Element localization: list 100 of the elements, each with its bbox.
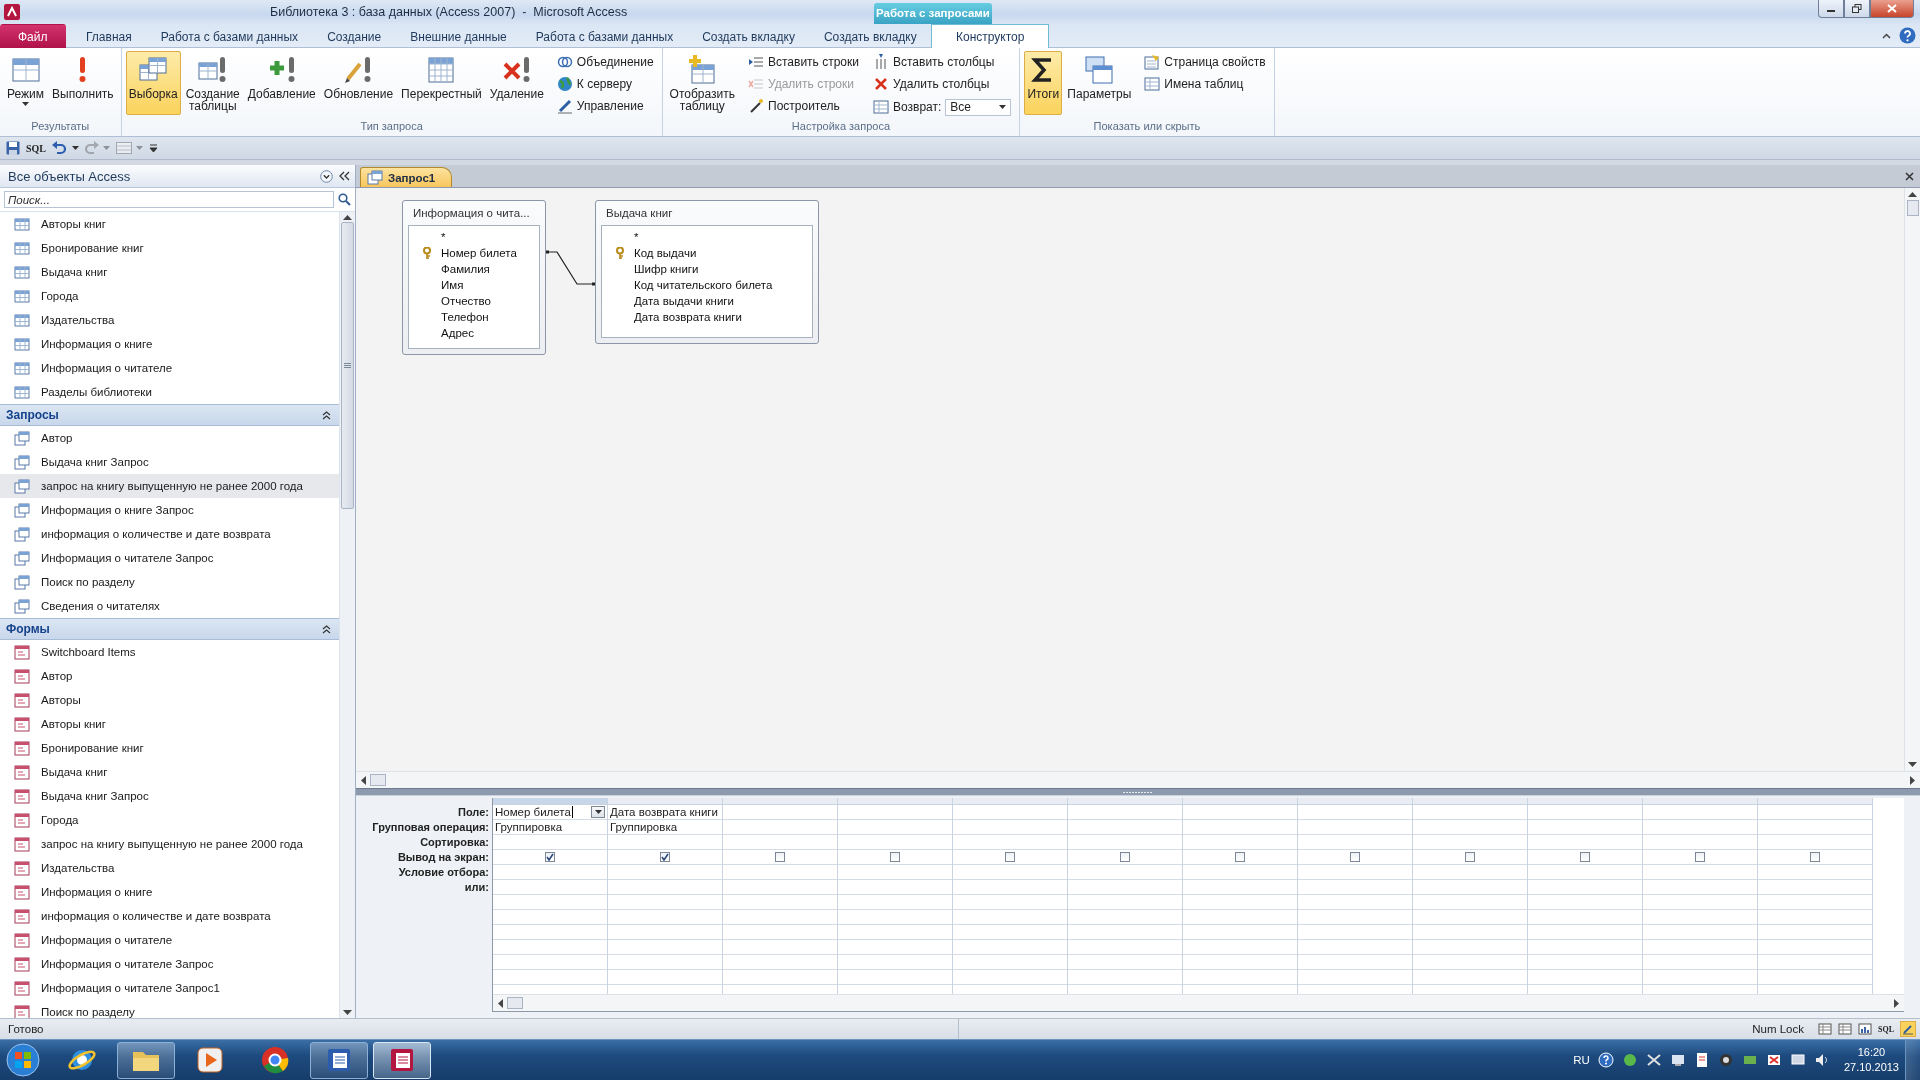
ribbon-tab[interactable]: Создать вкладку — [809, 24, 932, 48]
checkbox[interactable] — [660, 852, 670, 862]
ribbon-button[interactable]: Вставить столбцы — [869, 51, 1016, 73]
vertical-scrollbar[interactable] — [1904, 188, 1920, 771]
scroll-left-icon[interactable] — [497, 998, 503, 1008]
taskbar-button[interactable] — [117, 1041, 175, 1079]
sql-view-button[interactable]: SQL — [26, 142, 46, 154]
navigation-item[interactable]: Информация о книге — [0, 880, 339, 904]
dropdown-button[interactable] — [591, 806, 605, 818]
datasheet-view-icon[interactable] — [1818, 1022, 1832, 1036]
field-item[interactable]: Дата возврата книги — [602, 309, 744, 325]
checkbox[interactable] — [1005, 852, 1015, 862]
navigation-item[interactable]: Поиск по разделу — [0, 1000, 339, 1018]
ribbon-button[interactable]: Итоги — [1024, 51, 1063, 115]
chart-view-icon[interactable] — [1858, 1022, 1872, 1036]
round-browser-icon[interactable] — [261, 1046, 289, 1074]
table-field-list[interactable]: Выдача книг * Код выдачи Шифр книги Код читательского билета Дата выдачи книги Дата возврата книги — [595, 200, 819, 344]
navigation-item[interactable]: Автор — [0, 664, 339, 688]
ribbon-button[interactable]: Перекрестный — [398, 51, 485, 115]
navigation-item[interactable]: Автор — [0, 426, 339, 450]
ribbon-button[interactable]: Режим — [4, 51, 47, 115]
navigation-item[interactable]: Информация о читателе Запрос — [0, 546, 339, 570]
ribbon-button[interactable]: Имена таблиц — [1140, 73, 1270, 95]
checkbox[interactable] — [1580, 852, 1590, 862]
table-cell[interactable]: Дата возврата книги — [610, 805, 718, 819]
dropdown-field[interactable]: Все — [945, 98, 1012, 116]
scroll-down-icon[interactable] — [1908, 762, 1917, 768]
ribbon-button[interactable]: Удаление — [486, 51, 547, 115]
field-item[interactable]: Отчество — [409, 293, 493, 309]
table-field-list[interactable]: Информация о чита... * Номер билета Фамилия Имя Отчество Телефон Адрес — [402, 200, 546, 355]
search-icon[interactable] — [338, 193, 351, 206]
table-cell[interactable]: Номер билета — [495, 805, 573, 819]
navigation-item[interactable]: Авторы — [0, 688, 339, 712]
shutter-icon[interactable] — [339, 171, 351, 181]
ribbon-tab[interactable]: Создание — [312, 24, 396, 48]
ribbon-button[interactable]: Построитель — [744, 95, 863, 117]
dropdown-icon[interactable] — [320, 169, 333, 183]
checkbox[interactable] — [1350, 852, 1360, 862]
tray-icon[interactable] — [1645, 1052, 1662, 1068]
navigation-item[interactable]: Разделы библиотеки — [0, 380, 339, 404]
navigation-item[interactable]: информация о количестве и дате возврата — [0, 522, 339, 546]
navigation-item[interactable]: Выдача книг Запрос — [0, 450, 339, 474]
checkbox[interactable] — [1120, 852, 1130, 862]
ribbon-tab[interactable]: Работа с базами данных — [146, 24, 313, 48]
ribbon-button[interactable]: Управление — [552, 95, 658, 117]
ribbon-tab[interactable]: Конструктор — [931, 24, 1050, 48]
navigation-item[interactable]: Сведения о читателях — [0, 594, 339, 618]
scroll-left-icon[interactable] — [360, 775, 366, 785]
navigation-item[interactable]: Информация о читателе Запрос — [0, 952, 339, 976]
field-item[interactable]: Номер билета — [409, 245, 519, 261]
navigation-item[interactable]: Информация о читателе Запрос1 — [0, 976, 339, 1000]
navigation-item[interactable]: Switchboard Items — [0, 640, 339, 664]
ribbon-tab[interactable]: Работа с базами данных — [521, 24, 688, 48]
tray-icon[interactable] — [1621, 1052, 1638, 1068]
ribbon-button[interactable]: Вставить строки — [744, 51, 863, 73]
navigation-item[interactable]: Выдача книг Запрос — [0, 784, 339, 808]
scroll-thumb[interactable] — [341, 222, 354, 509]
navigation-item[interactable]: Информация о читателе — [0, 928, 339, 952]
checkbox[interactable] — [1235, 852, 1245, 862]
tray-icon[interactable] — [1765, 1052, 1782, 1068]
checkbox[interactable] — [545, 852, 555, 862]
customize-icon[interactable] — [149, 144, 158, 152]
undo-icon[interactable] — [52, 141, 66, 155]
navigation-item[interactable]: Издательства — [0, 856, 339, 880]
ribbon-tab[interactable]: Файл — [0, 24, 66, 48]
horizontal-scrollbar[interactable] — [356, 771, 1920, 788]
scroll-up-icon[interactable] — [343, 214, 352, 220]
join-line[interactable] — [545, 250, 596, 286]
navigation-item[interactable]: информация о количестве и дате возврата — [0, 904, 339, 928]
scroll-thumb[interactable] — [370, 774, 386, 786]
navigation-item[interactable]: Авторы книг — [0, 212, 339, 236]
field-item[interactable]: Фамилия — [409, 261, 492, 277]
volume-icon[interactable] — [1813, 1052, 1830, 1068]
ribbon-button[interactable]: Выборка — [125, 51, 181, 115]
ribbon-button[interactable]: Удалить столбцы — [869, 73, 1016, 95]
field-item[interactable]: Код выдачи — [602, 245, 699, 261]
close-icon[interactable] — [1905, 171, 1914, 181]
sql-view-button[interactable]: SQL — [1878, 1024, 1894, 1034]
field-item[interactable]: Шифр книги — [602, 261, 701, 277]
checkbox[interactable] — [890, 852, 900, 862]
save-icon[interactable] — [6, 141, 20, 155]
collapse-ribbon-icon[interactable] — [1882, 32, 1891, 39]
language-indicator[interactable]: RU — [1573, 1054, 1590, 1066]
ribbon-button[interactable]: Объединение — [552, 51, 658, 73]
pivot-view-icon[interactable] — [1838, 1022, 1852, 1036]
minimize-button[interactable] — [1818, 0, 1844, 18]
ribbon-button[interactable]: Обновление — [320, 51, 397, 115]
table-cell[interactable]: Группировка — [495, 820, 563, 834]
field-item[interactable]: Адрес — [409, 325, 476, 341]
show-desktop-button[interactable] — [1905, 1040, 1920, 1080]
checkbox[interactable] — [1810, 852, 1820, 862]
navigation-item[interactable]: Информация о читателе — [0, 356, 339, 380]
scroll-up-icon[interactable] — [1908, 191, 1917, 197]
navigation-item[interactable]: Выдача книг — [0, 760, 339, 784]
ribbon-tab[interactable]: Главная — [71, 24, 147, 48]
scroll-right-icon[interactable] — [1910, 775, 1916, 785]
scroll-right-icon[interactable] — [1894, 998, 1900, 1008]
group-header[interactable]: Запросы — [0, 404, 339, 426]
field-item[interactable]: Имя — [409, 277, 466, 293]
ribbon-button[interactable]: Отобразить таблицу — [666, 51, 738, 115]
